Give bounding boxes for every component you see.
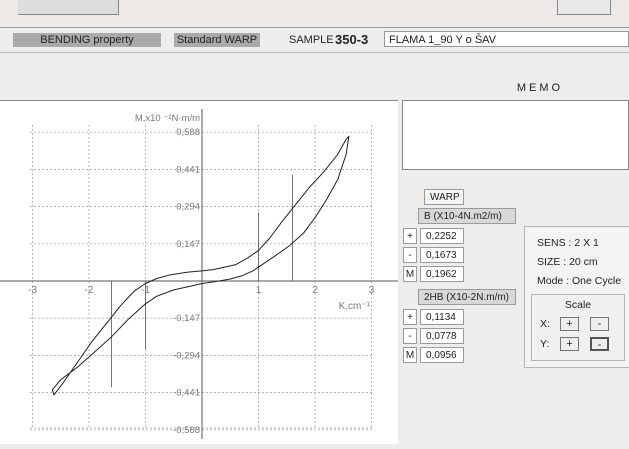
top-tab[interactable] xyxy=(18,0,119,15)
x-axis-label: K,cm⁻¹ xyxy=(339,301,371,312)
scale-x-minus-button[interactable]: - xyxy=(590,317,609,331)
standard-label: Standard WARP xyxy=(174,33,260,47)
x-tick-label: 3 xyxy=(369,285,375,296)
y-tick-label: -0,147 xyxy=(173,313,200,324)
scale-x-plus-button[interactable]: + xyxy=(560,317,579,331)
hb-row-value: 0,0778 xyxy=(420,328,464,344)
scale-label: Scale xyxy=(564,299,592,311)
x-tick-label: 1 xyxy=(256,285,262,296)
x-tick-label: -2 xyxy=(85,285,94,296)
x-tick-label: 2 xyxy=(312,285,318,296)
sample-description-field[interactable]: FLAMA 1_90 Y o ŠAV xyxy=(384,31,629,47)
property-label: BENDING property xyxy=(13,33,161,47)
hb-row-value: 0,1134 xyxy=(420,309,464,325)
scale-y-plus-button[interactable]: + xyxy=(560,337,579,351)
hysteresis-curve xyxy=(51,135,350,396)
settings-panel: SENS : 2 X 1 SIZE : 20 cm Mode : One Cyc… xyxy=(524,226,629,368)
scale-x-label: X: xyxy=(540,318,550,330)
chart-area: -3 -2 -1 1 2 3 0,588 0,441 0,294 0,147 -0,147 -0,29… xyxy=(0,100,398,444)
warp-title: WARP xyxy=(424,189,464,205)
b-row-value: 0,1962 xyxy=(420,266,464,282)
b-row-sign: - xyxy=(403,247,417,263)
y-axis-label: M,x10 ⁻²N·m/m xyxy=(135,113,200,124)
window-top-strip xyxy=(0,0,629,28)
b-row-sign: M xyxy=(403,266,417,282)
y-tick-label: 0,588 xyxy=(176,127,200,138)
b-row-value: 0,1673 xyxy=(420,247,464,263)
x-tick-label: -3 xyxy=(28,285,37,296)
hb-row-sign: - xyxy=(403,328,417,344)
scale-group: Scale X: + - Y: + - xyxy=(531,294,625,361)
scale-y-minus-button[interactable]: - xyxy=(590,337,609,351)
sample-value: 350-3 xyxy=(335,32,369,47)
b-header: B (X10-4N.m2/m) xyxy=(418,208,516,224)
memo-textarea[interactable] xyxy=(402,100,629,170)
size-text: SIZE : 20 cm xyxy=(537,256,598,268)
bending-hysteresis-chart: -3 -2 -1 1 2 30,5880,4410,2940,147-0,147-0,29… xyxy=(0,109,398,439)
b-row-value: 0,2252 xyxy=(420,228,464,244)
memo-label: MEMO xyxy=(516,82,564,94)
hb-header: 2HB (X10-2N.m/m) xyxy=(418,289,516,305)
b-row-sign: + xyxy=(403,228,417,244)
mode-text: Mode : One Cycle xyxy=(537,275,622,287)
hb-row-value: 0,0956 xyxy=(420,347,464,363)
scale-y-label: Y: xyxy=(540,338,550,350)
sample-label: SAMPLE xyxy=(289,34,334,46)
y-tick-label: -0,294 xyxy=(173,350,200,361)
hb-row-sign: M xyxy=(403,347,417,363)
hb-row-sign: + xyxy=(403,309,417,325)
y-tick-label: 0,147 xyxy=(176,239,200,250)
y-tick-label: 0,441 xyxy=(176,164,200,175)
y-tick-label: -0,588 xyxy=(173,425,200,436)
sens-text: SENS : 2 X 1 xyxy=(537,237,599,249)
y-tick-label: -0,441 xyxy=(173,388,200,399)
sample-info-bar: BENDING property Standard WARP SAMPLE 35… xyxy=(0,28,629,53)
top-button[interactable] xyxy=(557,0,611,15)
y-tick-label: 0,294 xyxy=(176,202,200,213)
